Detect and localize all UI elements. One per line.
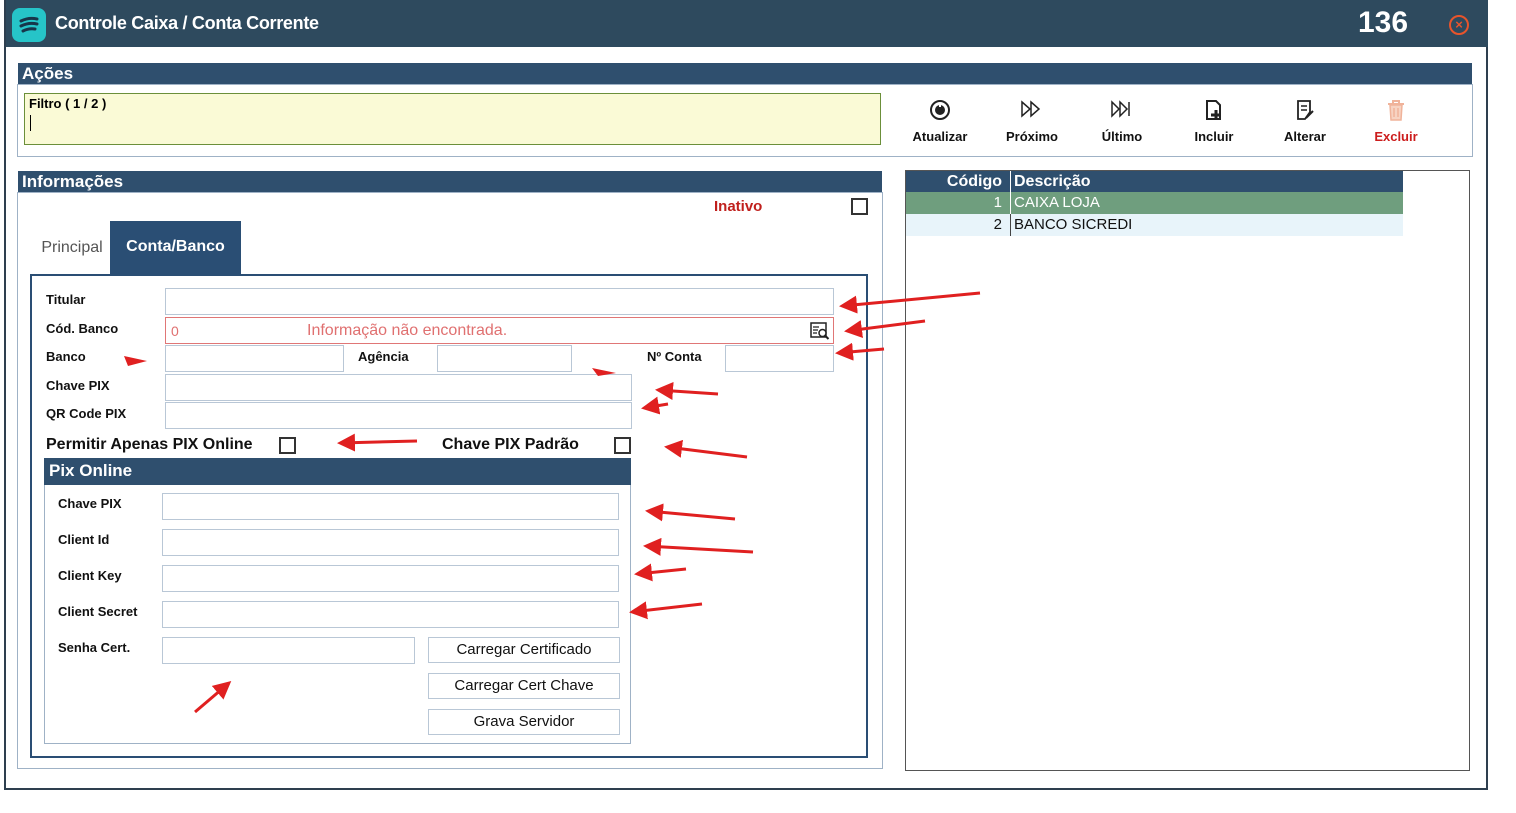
cod-banco-input[interactable]: 0 Informação não encontrada. [165,317,834,344]
titular-label: Titular [46,292,86,307]
edit-icon [1265,99,1345,123]
cell-descricao: CAIXA LOJA [1010,192,1100,214]
filter-label: Filtro ( 1 / 2 ) [29,96,107,111]
ultimo-label: Último [1101,129,1143,144]
client-secret-label: Client Secret [58,604,138,619]
close-icon[interactable]: × [1449,15,1469,35]
client-secret-input[interactable] [162,601,619,628]
senha-cert-label: Senha Cert. [58,640,131,655]
atualizar-label: Atualizar [912,129,968,144]
proximo-label: Próximo [1005,129,1058,144]
cod-banco-value: 0 [171,323,179,339]
client-key-input[interactable] [162,565,619,592]
banco-label: Banco [46,349,86,364]
agencia-label: Agência [358,349,409,364]
column-header-codigo[interactable]: Código [906,171,1006,192]
agencia-input[interactable] [437,345,572,372]
cell-descricao: BANCO SICREDI [1010,214,1132,236]
client-key-label: Client Key [58,568,122,583]
app-logo-icon [12,8,46,42]
cell-codigo: 1 [993,194,1002,211]
records-grid [905,170,1470,771]
client-id-label: Client Id [58,532,110,547]
client-id-input[interactable] [162,529,619,556]
cell-codigo: 2 [993,216,1002,233]
incluir-button[interactable]: Incluir [1174,96,1254,148]
informacoes-header: Informações [18,171,882,192]
tab-conta-banco[interactable]: Conta/Banco [110,221,241,274]
n-conta-label: Nº Conta [647,349,702,364]
senha-cert-input[interactable] [162,637,415,664]
window-id: 136 [1358,6,1409,39]
atualizar-button[interactable]: Atualizar [900,96,980,148]
pix-online-header: Pix Online [44,458,631,485]
titular-input[interactable] [165,288,834,315]
inativo-checkbox[interactable] [851,198,868,215]
permitir-pix-online-label: Permitir Apenas PIX Online [46,436,253,453]
column-header-descricao[interactable]: Descrição [1010,171,1091,192]
window-title: Controle Caixa / Conta Corrente [55,13,319,33]
permitir-pix-online-checkbox[interactable] [279,437,296,454]
refresh-icon [900,99,980,123]
alterar-label: Alterar [1284,129,1326,144]
next-icon [992,99,1072,123]
chave-pix-label: Chave PIX [46,378,110,393]
tab-principal[interactable]: Principal [36,230,108,274]
alterar-button[interactable]: Alterar [1265,96,1345,148]
excluir-label: Excluir [1374,129,1418,144]
text-cursor [30,115,31,131]
qr-code-pix-input[interactable] [165,402,632,429]
carregar-certificado-button[interactable]: Carregar Certificado [428,637,620,663]
chave-pix-input[interactable] [165,374,632,401]
table-row[interactable]: 1 CAIXA LOJA [906,192,1403,214]
ultimo-button[interactable]: Último [1082,96,1162,148]
cod-banco-error-message: Informação não encontrada. [307,322,508,339]
inativo-label: Inativo [714,198,763,215]
grava-servidor-button[interactable]: Grava Servidor [428,709,620,735]
pix-chave-label: Chave PIX [58,496,122,511]
excluir-button[interactable]: Excluir [1356,96,1436,148]
last-icon [1082,99,1162,123]
trash-icon [1356,99,1436,123]
filter-input[interactable]: Filtro ( 1 / 2 ) [24,93,881,145]
proximo-button[interactable]: Próximo [992,96,1072,148]
chave-pix-padrao-label: Chave PIX Padrão [442,436,579,453]
acoes-header: Ações [18,63,1472,84]
n-conta-input[interactable] [725,345,834,372]
add-document-icon [1174,99,1254,123]
table-row[interactable]: 2 BANCO SICREDI [906,214,1403,236]
pix-chave-input[interactable] [162,493,619,520]
chave-pix-padrao-checkbox[interactable] [614,437,631,454]
incluir-label: Incluir [1194,129,1234,144]
qr-code-pix-label: QR Code PIX [46,406,127,421]
banco-input[interactable] [165,345,344,372]
cod-banco-label: Cód. Banco [46,321,119,336]
lookup-search-icon[interactable] [810,321,830,341]
carregar-cert-chave-button[interactable]: Carregar Cert Chave [428,673,620,699]
title-bar: Controle Caixa / Conta Corrente 136 × [6,0,1488,47]
grid-header: Código Descrição [906,171,1403,192]
